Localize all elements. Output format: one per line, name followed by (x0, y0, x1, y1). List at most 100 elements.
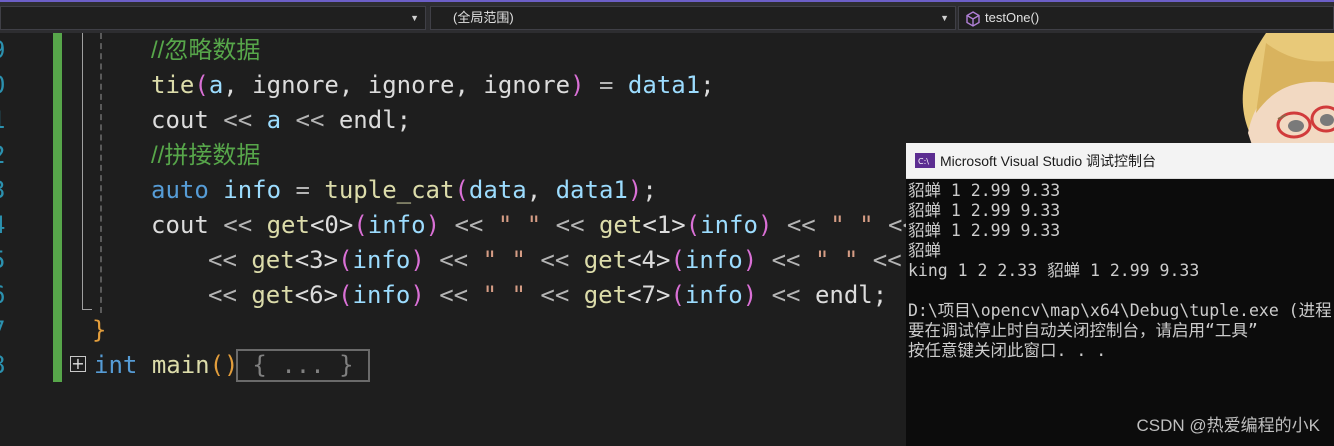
code-token: ) (410, 246, 425, 274)
code-line[interactable]: << get<3>(info) << " " << get<4>(info) <… (208, 243, 902, 278)
outline-guide (82, 33, 83, 309)
console-titlebar[interactable]: C:\ Microsoft Visual Studio 调试控制台 (906, 143, 1334, 179)
console-output-line: king 1 2 2.33 貂蝉 1 2.99 9.33 (908, 261, 1200, 280)
code-token: ) (757, 211, 773, 239)
line-number: 6 (0, 278, 5, 313)
code-token: <1> (642, 211, 686, 239)
code-token: << (424, 246, 483, 274)
line-number: 2 (0, 138, 5, 173)
visual-studio-console-icon: C:\ (915, 153, 935, 168)
code-token: tuple_cat (324, 176, 455, 204)
code-line[interactable]: int main() (94, 348, 239, 383)
code-token: ( (685, 211, 701, 239)
code-token: , (454, 71, 484, 99)
line-number: 1 (0, 103, 5, 138)
code-token: , (338, 71, 368, 99)
code-token: <3> (294, 246, 339, 274)
project-dropdown[interactable]: ▼ (0, 6, 426, 30)
code-token: << (208, 106, 267, 134)
outline-guide-end (82, 309, 92, 310)
code-line[interactable]: tie(a, ignore, ignore, ignore) = data1; (151, 68, 715, 103)
line-number: 4 (0, 208, 5, 243)
debug-console-window[interactable]: C:\ Microsoft Visual Studio 调试控制台 貂蝉 1 2… (906, 143, 1334, 446)
code-token: get (251, 281, 295, 309)
code-token: info (352, 281, 411, 309)
code-token: ( (338, 246, 353, 274)
scope-dropdown[interactable]: (全局范围) ▼ (430, 6, 956, 30)
code-token: } (92, 316, 107, 344)
code-line[interactable]: //拼接数据 (151, 138, 260, 173)
code-line[interactable]: << get<6>(info) << " " << get<7>(info) <… (208, 278, 887, 313)
code-token: ( (670, 281, 685, 309)
code-token: ( (194, 71, 209, 99)
code-token: << (424, 281, 483, 309)
code-token: cout (151, 106, 209, 134)
code-token: , (223, 71, 253, 99)
console-output-line: 按任意键关闭此窗口. . . (908, 341, 1107, 360)
code-token: cout (151, 211, 209, 239)
code-token: auto (151, 176, 209, 204)
svg-text:C:\: C:\ (918, 157, 929, 166)
code-token: = (584, 71, 628, 99)
code-token: ) (742, 246, 758, 274)
console-output-line: D:\项目\opencv\map\x64\Debug\tuple.exe (进程 (908, 301, 1332, 320)
code-token: << (525, 281, 584, 309)
line-number-gutter: 9012345678 (0, 33, 20, 446)
code-token: ; (700, 71, 715, 99)
code-token: ) (410, 281, 425, 309)
code-token: <6> (294, 281, 339, 309)
line-number: 3 (0, 173, 5, 208)
code-token: data1 (627, 71, 701, 99)
code-token: endl (814, 281, 873, 309)
console-output-line: 要在调试停止时自动关闭控制台，请启用“工具” (908, 321, 1258, 340)
code-token: get (251, 246, 295, 274)
change-tracking-bar (53, 33, 62, 382)
code-token: " " (482, 246, 526, 274)
member-dropdown[interactable]: testOne() (958, 6, 1334, 30)
code-token: ) (627, 176, 643, 204)
code-token: << (525, 246, 584, 274)
code-token: ignore (367, 71, 455, 99)
console-output-line: 貂蝉 1 2.99 9.33 (908, 221, 1061, 240)
code-token: ; (396, 106, 412, 134)
code-token: " " (497, 211, 542, 239)
code-token: get (583, 281, 628, 309)
code-token: ( (353, 211, 368, 239)
code-token: << (757, 281, 815, 309)
code-token: " " (830, 211, 874, 239)
code-token: main (151, 351, 210, 379)
code-token: data (468, 176, 527, 204)
code-token: " " (814, 246, 859, 274)
background-anime-image (1226, 33, 1334, 145)
code-line[interactable]: cout << a << endl; (151, 103, 411, 138)
code-line[interactable]: auto info = tuple_cat(data, data1); (151, 173, 657, 208)
code-line[interactable]: cout << get<0>(info) << " " << get<1>(in… (151, 208, 917, 243)
scope-dropdown-label: (全局范围) (453, 10, 514, 25)
code-token: ) (570, 71, 585, 99)
chevron-down-icon: ▼ (940, 13, 949, 23)
collapsed-region[interactable]: { ... } (236, 349, 370, 382)
code-line[interactable]: //忽略数据 (151, 33, 260, 68)
code-token: int (94, 351, 138, 379)
chevron-down-icon: ▼ (410, 13, 419, 23)
cube-icon (966, 11, 980, 27)
console-title: Microsoft Visual Studio 调试控制台 (940, 153, 1157, 169)
code-token: << (772, 211, 831, 239)
code-token: <7> (627, 281, 671, 309)
expand-plus-icon[interactable]: + (70, 356, 86, 372)
code-token: << (208, 281, 252, 309)
indent-guide (100, 33, 102, 313)
code-token: << (281, 106, 339, 134)
code-token: ( (338, 281, 353, 309)
code-line[interactable]: } (92, 313, 106, 348)
code-token: << (440, 211, 498, 239)
code-token: info (700, 211, 758, 239)
console-output-line: 貂蝉 (908, 241, 941, 260)
code-token: data1 (555, 176, 628, 204)
code-token: () (209, 351, 239, 379)
code-token: << (208, 246, 252, 274)
code-token: << (541, 211, 599, 239)
